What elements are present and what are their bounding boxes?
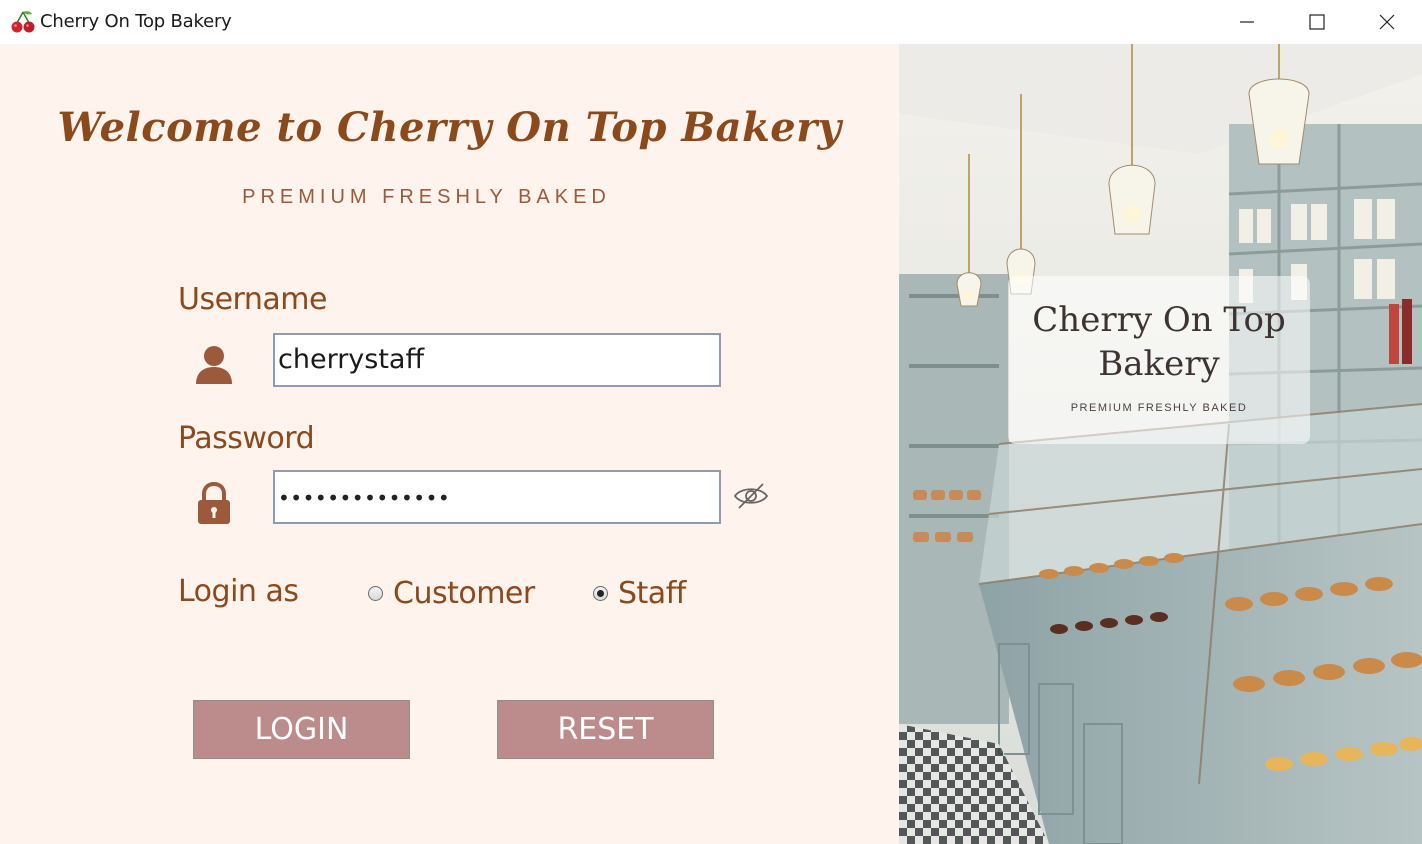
minimize-button[interactable] — [1212, 0, 1282, 44]
login-button[interactable]: LOGIN — [193, 700, 410, 759]
cherry-icon — [11, 11, 35, 33]
eye-slash-icon[interactable] — [732, 481, 770, 511]
hero-title: Cherry On Top Bakery — [1032, 300, 1286, 384]
radio-button-unselected[interactable] — [368, 586, 383, 601]
radio-button-selected[interactable] — [593, 586, 608, 601]
staff-radio[interactable]: Staff — [593, 576, 686, 611]
minimize-icon — [1240, 21, 1254, 23]
username-label: Username — [178, 282, 327, 317]
login-as-label: Login as — [178, 574, 299, 609]
close-button[interactable] — [1352, 0, 1422, 44]
hero-subtitle: PREMIUM FRESHLY BAKED — [1070, 402, 1248, 414]
lock-icon — [198, 482, 230, 524]
username-input[interactable]: cherrystaff — [273, 333, 721, 387]
close-icon — [1379, 14, 1395, 30]
window-titlebar: Cherry On Top Bakery — [0, 0, 1422, 44]
bakery-logo-card: Cherry On Top Bakery PREMIUM FRESHLY BAK… — [1008, 276, 1310, 444]
maximize-button[interactable] — [1282, 0, 1352, 44]
maximize-icon — [1309, 14, 1325, 30]
bakery-interior-photo — [899, 44, 1422, 844]
login-panel: Welcome to Cherry On Top Bakery PREMIUM … — [0, 44, 899, 844]
customer-radio[interactable]: Customer — [368, 576, 535, 611]
staff-radio-label: Staff — [618, 576, 686, 611]
customer-radio-label: Customer — [393, 576, 535, 611]
password-input[interactable]: •••••••••••••• — [273, 470, 721, 524]
welcome-heading: Welcome to Cherry On Top Bakery — [57, 104, 842, 151]
window-title: Cherry On Top Bakery — [40, 11, 232, 32]
reset-button[interactable]: RESET — [497, 700, 714, 759]
password-label: Password — [178, 421, 315, 456]
password-masked-value: •••••••••••••• — [278, 486, 451, 510]
user-icon — [196, 346, 232, 384]
tagline: PREMIUM FRESHLY BAKED — [242, 186, 611, 208]
bakery-photo-panel: Cherry On Top Bakery PREMIUM FRESHLY BAK… — [899, 44, 1422, 844]
